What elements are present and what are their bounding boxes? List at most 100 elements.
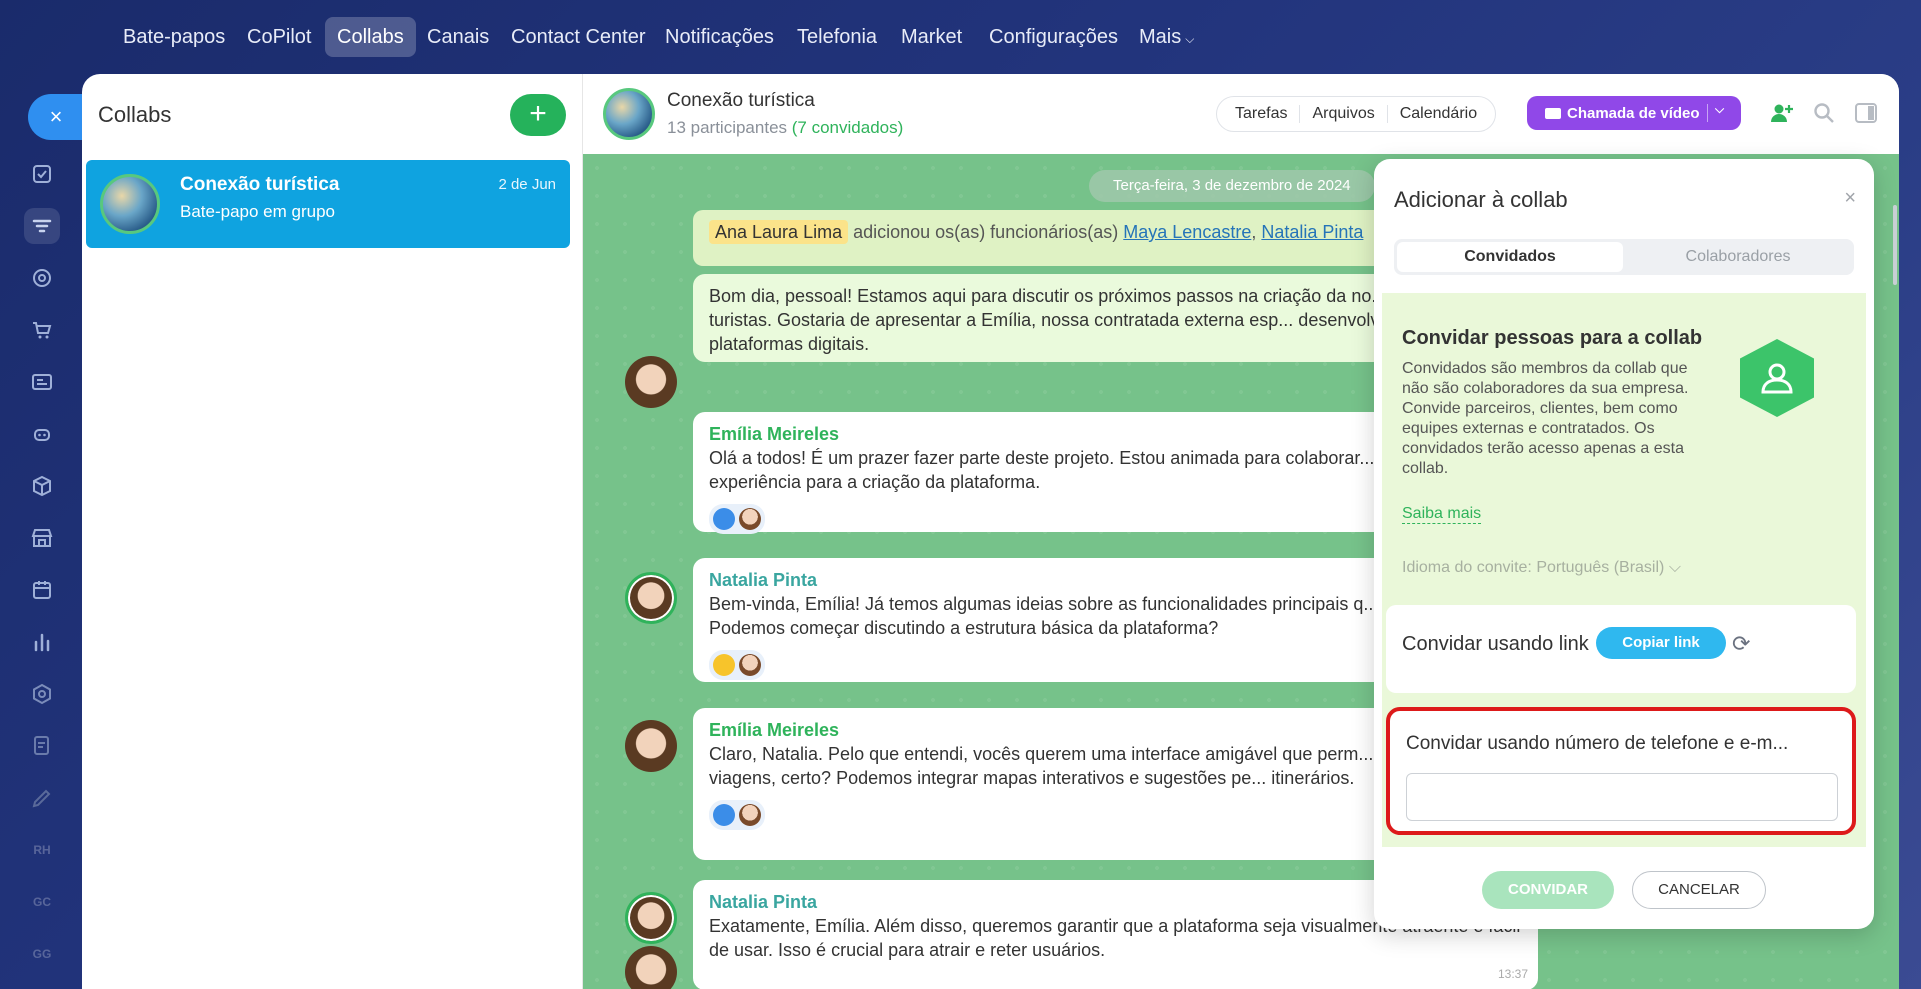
invite-description: Convidados são membros da collab que não…	[1402, 360, 1689, 477]
reaction-badge[interactable]	[709, 800, 765, 830]
invite-by-phone-email-label: Convidar usando número de telefone e e-m…	[1406, 733, 1789, 754]
target-icon[interactable]	[24, 260, 60, 296]
close-panel-button[interactable]: ×	[28, 94, 84, 140]
nav-bate-papos[interactable]: Bate-papos	[111, 17, 237, 57]
participants-count[interactable]: 13 participantes (7 convidados)	[667, 118, 903, 138]
like-icon	[713, 804, 735, 826]
reaction-badge[interactable]	[709, 504, 765, 534]
avatar[interactable]	[625, 720, 677, 772]
top-navigation: Bate-papos CoPilot Collabs Canais Contac…	[0, 0, 1921, 76]
chevron-down-icon[interactable]: ⌵	[1715, 102, 1724, 117]
collab-item-name: Conexão turística	[180, 174, 340, 195]
collab-item-conexao-turistica[interactable]: Conexão turística Bate-papo em grupo 2 d…	[86, 160, 570, 248]
collab-avatar	[100, 174, 160, 234]
header-tabs: Tarefas Arquivos Calendário	[1216, 96, 1497, 132]
tasks-icon[interactable]	[24, 156, 60, 192]
message-time: 13:37	[1497, 967, 1528, 981]
popup-tabs: Convidados Colaboradores	[1394, 239, 1854, 275]
calendar-icon[interactable]	[24, 572, 60, 608]
add-collab-button[interactable]: +	[510, 94, 566, 136]
video-call-button[interactable]: Chamada de vídeo ⌵	[1527, 96, 1741, 130]
system-message-actor[interactable]: Ana Laura Lima	[709, 220, 849, 244]
phone-email-input[interactable]	[1406, 773, 1838, 821]
guests-count: (7 convidados)	[791, 118, 904, 137]
system-message-text: adicionou os(as) funcionários(as)	[853, 222, 1119, 242]
gg-icon[interactable]: GG	[24, 936, 60, 972]
chat-header: Conexão turística 13 participantes (7 co…	[583, 74, 1899, 154]
invite-by-phone-email-card: Convidar usando número de telefone e e-m…	[1386, 707, 1856, 835]
system-message-link-2[interactable]: Natalia Pinta	[1261, 222, 1363, 242]
avatar[interactable]	[625, 946, 677, 989]
invite-content: Convidar pessoas para a collab Convidado…	[1382, 289, 1866, 847]
video-divider	[1707, 104, 1708, 122]
avatar[interactable]	[625, 356, 677, 408]
cart-icon[interactable]	[24, 312, 60, 348]
tab-arquivos[interactable]: Arquivos	[1300, 105, 1388, 123]
collabs-list-panel: Collabs + Conexão turística Bate-papo em…	[82, 74, 582, 989]
language-label: Idioma do convite:	[1402, 559, 1532, 576]
feed-icon[interactable]	[24, 208, 60, 244]
invite-by-link-label: Convidar usando link	[1402, 633, 1589, 655]
learn-more-link[interactable]: Saiba mais	[1402, 505, 1482, 524]
sidebar-toggle-icon[interactable]	[1853, 100, 1879, 126]
robot-icon[interactable]	[24, 416, 60, 452]
language-value: Português (Brasil)	[1536, 559, 1665, 576]
reaction-badge[interactable]	[709, 650, 765, 680]
participants-label: 13 participantes	[667, 118, 788, 137]
nav-copilot[interactable]: CoPilot	[235, 17, 323, 57]
gc-icon[interactable]: GC	[24, 884, 60, 920]
nav-canais[interactable]: Canais	[415, 17, 501, 57]
tab-colaboradores[interactable]: Colaboradores	[1625, 242, 1851, 272]
add-to-collab-popup: Adicionar à collab × Convidados Colabora…	[1374, 159, 1874, 929]
tab-convidados[interactable]: Convidados	[1397, 242, 1623, 272]
nav-mais[interactable]: Mais ⌵	[1127, 17, 1206, 57]
sign-document-icon[interactable]	[24, 728, 60, 764]
invite-title: Convidar pessoas para a collab	[1402, 327, 1703, 349]
system-message: Ana Laura Lima adicionou os(as) funcioná…	[693, 210, 1393, 266]
collabs-title: Collabs	[98, 102, 172, 127]
scrollbar[interactable]	[1893, 205, 1897, 285]
nav-notificacoes[interactable]: Notificações	[653, 17, 786, 57]
invite-button[interactable]: CONVIDAR	[1482, 871, 1614, 909]
avatar	[739, 508, 761, 530]
nav-configuracoes[interactable]: Configurações	[977, 17, 1130, 57]
invite-language-selector[interactable]: Idioma do convite: Português (Brasil) ⌵	[1402, 559, 1681, 577]
rh-icon[interactable]: RH	[24, 832, 60, 868]
hexagon-icon[interactable]	[24, 676, 60, 712]
nav-collabs[interactable]: Collabs	[325, 17, 416, 57]
nav-market[interactable]: Market	[889, 17, 974, 57]
avatar	[739, 804, 761, 826]
refresh-icon[interactable]: ⟳	[1732, 631, 1750, 657]
date-divider: Terça-feira, 3 de dezembro de 2024	[1089, 170, 1375, 202]
tab-tarefas[interactable]: Tarefas	[1223, 105, 1301, 123]
group-avatar[interactable]	[603, 88, 655, 140]
collab-item-date: 2 de Jun	[498, 176, 556, 193]
close-icon[interactable]: ×	[1844, 187, 1856, 210]
popup-title: Adicionar à collab	[1394, 187, 1568, 212]
group-name[interactable]: Conexão turística	[667, 90, 815, 112]
avatar[interactable]	[625, 572, 677, 624]
add-user-icon[interactable]	[1769, 100, 1795, 126]
laugh-emoji-icon	[713, 654, 735, 676]
store-icon[interactable]	[24, 520, 60, 556]
invite-by-link-card: Convidar usando link Copiar link ⟳	[1386, 605, 1856, 693]
camera-icon	[1545, 107, 1561, 119]
nav-telefonia[interactable]: Telefonia	[785, 17, 889, 57]
collab-item-subtitle: Bate-papo em grupo	[180, 202, 335, 221]
video-call-label: Chamada de vídeo	[1567, 104, 1700, 122]
box-icon[interactable]	[24, 468, 60, 504]
nav-mais-label: Mais	[1139, 26, 1182, 48]
chevron-down-icon: ⌵	[1185, 32, 1195, 46]
nav-contact-center[interactable]: Contact Center	[499, 17, 658, 57]
analytics-icon[interactable]	[24, 624, 60, 660]
system-message-link-1[interactable]: Maya Lencastre	[1123, 222, 1251, 242]
like-icon	[713, 508, 735, 530]
left-icon-rail: × RH GC GG	[0, 76, 84, 989]
copy-link-button[interactable]: Copiar link	[1596, 627, 1726, 659]
search-icon[interactable]	[1811, 100, 1837, 126]
avatar[interactable]	[625, 892, 677, 944]
pen-icon[interactable]	[24, 780, 60, 816]
tab-calendario[interactable]: Calendário	[1388, 105, 1489, 123]
cancel-button[interactable]: CANCELAR	[1632, 871, 1766, 909]
contacts-card-icon[interactable]	[24, 364, 60, 400]
